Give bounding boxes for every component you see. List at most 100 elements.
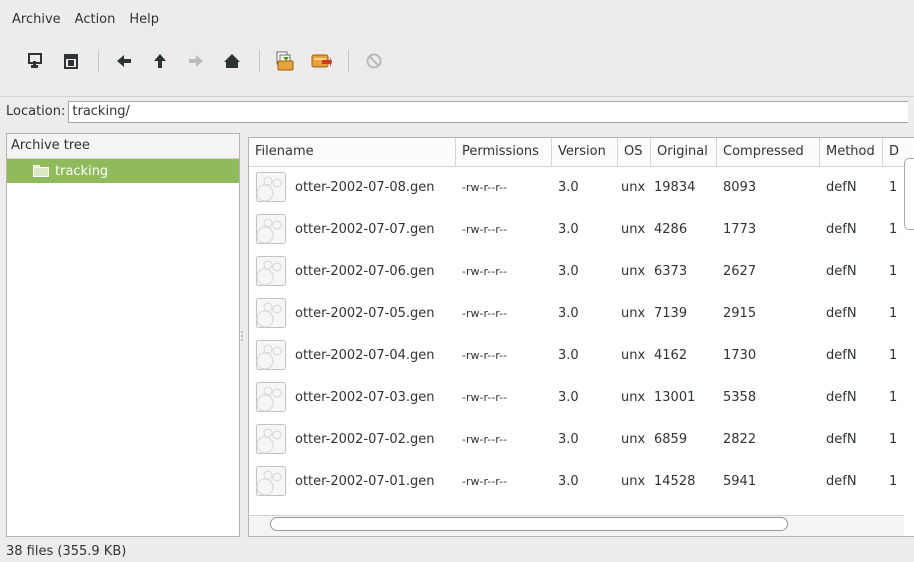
- compressed-size-cell: 1730: [723, 347, 757, 363]
- filename-text: otter-2002-07-06.gen: [295, 263, 435, 279]
- permissions-cell: -rw-r--r--: [462, 222, 507, 236]
- add-to-archive-button[interactable]: [268, 44, 302, 78]
- column-header-permissions[interactable]: Permissions: [456, 138, 552, 166]
- file-list-rows: otter-2002-07-08.gen -rw-r--r-- 3.0 unx …: [249, 166, 913, 502]
- stop-icon: [366, 53, 382, 69]
- method-cell: defN: [826, 263, 857, 279]
- menu-archive[interactable]: Archive: [12, 12, 61, 27]
- os-cell: unx: [621, 347, 646, 363]
- menu-help[interactable]: Help: [129, 12, 159, 27]
- compressed-size-cell: 5358: [723, 389, 757, 405]
- filename-text: otter-2002-07-05.gen: [295, 305, 435, 321]
- filename-cell: otter-2002-07-05.gen: [249, 297, 456, 329]
- file-icon: [256, 466, 286, 496]
- tree-node-tracking[interactable]: tracking: [7, 159, 239, 183]
- os-cell: unx: [621, 263, 646, 279]
- add-files-icon: [28, 53, 42, 68]
- compressed-size-cell: 5941: [723, 473, 757, 489]
- vertical-scrollbar-thumb[interactable]: [904, 158, 914, 230]
- table-row[interactable]: otter-2002-07-06.gen -rw-r--r-- 3.0 unx …: [249, 250, 913, 292]
- version-cell: 3.0: [558, 431, 579, 447]
- column-header-original[interactable]: Original: [651, 138, 717, 166]
- permissions-cell: -rw-r--r--: [462, 180, 507, 194]
- column-header-os[interactable]: OS: [618, 138, 651, 166]
- permissions-cell: -rw-r--r--: [462, 348, 507, 362]
- filename-text: otter-2002-07-07.gen: [295, 221, 435, 237]
- method-cell: defN: [826, 473, 857, 489]
- file-icon: [256, 340, 286, 370]
- filename-cell: otter-2002-07-08.gen: [249, 171, 456, 203]
- location-input[interactable]: [68, 100, 909, 123]
- back-button[interactable]: [107, 44, 141, 78]
- os-cell: unx: [621, 221, 646, 237]
- table-row[interactable]: otter-2002-07-02.gen -rw-r--r-- 3.0 unx …: [249, 418, 913, 460]
- file-icon: [256, 172, 286, 202]
- table-row[interactable]: otter-2002-07-04.gen -rw-r--r-- 3.0 unx …: [249, 334, 913, 376]
- original-size-cell: 6373: [654, 263, 688, 279]
- pane-splitter-handle[interactable]: [240, 330, 244, 342]
- extract-button[interactable]: [54, 44, 88, 78]
- filename-cell: otter-2002-07-01.gen: [249, 465, 456, 497]
- column-header-version[interactable]: Version: [552, 138, 618, 166]
- filename-text: otter-2002-07-01.gen: [295, 473, 435, 489]
- permissions-cell: -rw-r--r--: [462, 264, 507, 278]
- table-row[interactable]: otter-2002-07-07.gen -rw-r--r-- 3.0 unx …: [249, 208, 913, 250]
- os-cell: unx: [621, 179, 646, 195]
- method-cell: defN: [826, 179, 857, 195]
- original-size-cell: 7139: [654, 305, 688, 321]
- location-bar: Location:: [0, 96, 914, 126]
- os-cell: unx: [621, 389, 646, 405]
- original-size-cell: 14528: [654, 473, 696, 489]
- add-files-button[interactable]: [18, 44, 52, 78]
- column-header-compressed[interactable]: Compressed: [717, 138, 820, 166]
- os-cell: unx: [621, 473, 646, 489]
- archive-tree-header[interactable]: Archive tree: [7, 134, 239, 159]
- permissions-cell: -rw-r--r--: [462, 306, 507, 320]
- version-cell: 3.0: [558, 263, 579, 279]
- method-cell: defN: [826, 431, 857, 447]
- original-size-cell: 4286: [654, 221, 688, 237]
- forward-icon: [189, 55, 203, 67]
- original-size-cell: 4162: [654, 347, 688, 363]
- os-cell: unx: [621, 431, 646, 447]
- compressed-size-cell: 8093: [723, 179, 757, 195]
- script-icon: [311, 54, 332, 68]
- stop-button[interactable]: [357, 44, 391, 78]
- folder-icon: [33, 165, 49, 177]
- compressed-size-cell: 2627: [723, 263, 757, 279]
- version-cell: 3.0: [558, 347, 579, 363]
- column-header-method[interactable]: Method: [820, 138, 883, 166]
- method-cell: defN: [826, 221, 857, 237]
- file-icon: [256, 382, 286, 412]
- location-label: Location:: [6, 104, 66, 119]
- filename-text: otter-2002-07-02.gen: [295, 431, 435, 447]
- up-button[interactable]: [143, 44, 177, 78]
- filename-cell: otter-2002-07-07.gen: [249, 213, 456, 245]
- status-text: 38 files (355.9 KB): [6, 544, 127, 559]
- forward-button[interactable]: [179, 44, 213, 78]
- table-row[interactable]: otter-2002-07-01.gen -rw-r--r-- 3.0 unx …: [249, 460, 913, 502]
- version-cell: 3.0: [558, 305, 579, 321]
- menu-action[interactable]: Action: [75, 12, 116, 27]
- toolbar: [0, 38, 914, 84]
- extract-to-button[interactable]: [304, 44, 338, 78]
- home-button[interactable]: [215, 44, 249, 78]
- up-icon: [154, 54, 166, 68]
- version-cell: 3.0: [558, 389, 579, 405]
- status-bar: 38 files (355.9 KB): [0, 541, 914, 562]
- back-icon: [117, 55, 131, 67]
- home-icon: [224, 54, 240, 68]
- method-cell: defN: [826, 347, 857, 363]
- table-row[interactable]: otter-2002-07-03.gen -rw-r--r-- 3.0 unx …: [249, 376, 913, 418]
- table-row[interactable]: otter-2002-07-08.gen -rw-r--r-- 3.0 unx …: [249, 166, 913, 208]
- extract-icon: [64, 54, 78, 69]
- table-row[interactable]: otter-2002-07-05.gen -rw-r--r-- 3.0 unx …: [249, 292, 913, 334]
- filename-text: otter-2002-07-04.gen: [295, 347, 435, 363]
- filename-cell: otter-2002-07-03.gen: [249, 381, 456, 413]
- file-list-panel: Filename Permissions Version OS Original…: [248, 137, 914, 537]
- toolbar-separator: [259, 50, 260, 72]
- tree-node-label: tracking: [55, 163, 109, 179]
- horizontal-scrollbar-thumb[interactable]: [270, 517, 788, 531]
- column-header-filename[interactable]: Filename: [249, 138, 456, 166]
- compressed-size-cell: 2915: [723, 305, 757, 321]
